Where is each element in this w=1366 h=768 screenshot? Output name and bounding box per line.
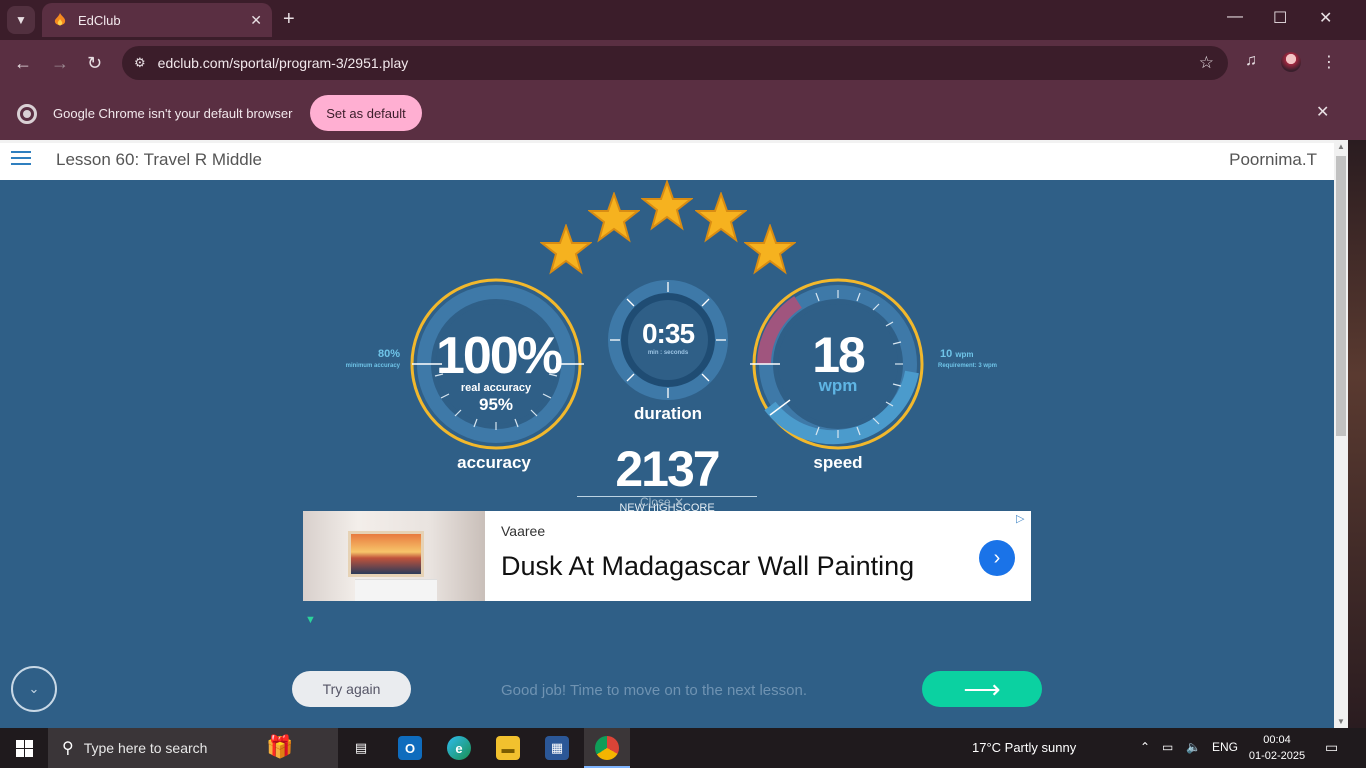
battery-icon[interactable]: ▭ <box>1162 740 1173 754</box>
tray-chevron-icon[interactable]: ⌃ <box>1140 740 1150 754</box>
user-name[interactable]: Poornima.T <box>1229 150 1317 170</box>
star-icon <box>695 192 747 243</box>
scroll-down-button[interactable]: ⌄ <box>11 666 57 712</box>
edclub-favicon-icon <box>54 13 66 26</box>
bookmark-star-icon[interactable]: ☆ <box>1199 53 1214 73</box>
minimize-icon[interactable]: — <box>1227 8 1243 26</box>
edge-icon[interactable]: e <box>447 736 471 760</box>
painting-image <box>348 531 424 577</box>
scroll-thumb[interactable] <box>1336 156 1346 436</box>
accuracy-label: accuracy <box>457 453 531 472</box>
infobar-message: Google Chrome isn't your default browser <box>53 106 293 121</box>
system-clock[interactable]: 00:04 01-02-2025 <box>1246 732 1308 764</box>
volume-icon[interactable]: 🔈 <box>1186 740 1201 754</box>
speed-label: speed <box>813 453 863 472</box>
try-again-button[interactable]: Try again <box>292 671 411 707</box>
tab-title: EdClub <box>78 12 121 28</box>
next-lesson-button[interactable]: ⟶ <box>922 671 1042 707</box>
scroll-up-icon[interactable]: ▲ <box>1337 142 1345 151</box>
duration-label: duration <box>634 404 702 423</box>
min-accuracy-label: minimum accuracy <box>345 363 400 369</box>
page-content: Lesson 60: Travel R Middle Poornima.T 10… <box>0 140 1334 728</box>
browser-tab[interactable]: EdClub ✕ <box>42 3 272 37</box>
browser-tab-bar: ▼ EdClub ✕ + — ☐ ✕ <box>0 0 1366 40</box>
gift-icon[interactable]: 🎁 <box>266 734 293 760</box>
site-settings-icon[interactable]: ⚙ <box>134 55 146 71</box>
ad-feedback-icon[interactable]: ▼ <box>305 614 316 626</box>
weather-widget[interactable]: 17°C Partly sunny <box>972 740 1076 755</box>
infobar-close-icon[interactable]: ✕ <box>1316 102 1329 122</box>
back-icon[interactable]: ← <box>14 53 32 74</box>
ad-next-arrow-icon[interactable]: › <box>979 540 1015 576</box>
lesson-title: Lesson 60: Travel R Middle <box>56 150 262 169</box>
taskbar-search[interactable]: ⚲ Type here to search <box>48 728 338 768</box>
speed-requirement: 10 wpm <box>940 348 974 360</box>
hamburger-menu-icon[interactable] <box>11 151 31 167</box>
good-job-message: Good job! Time to move on to the next le… <box>501 682 808 699</box>
reload-icon[interactable]: ↻ <box>87 53 102 74</box>
set-default-button[interactable]: Set as default <box>310 95 422 131</box>
language-indicator[interactable]: ENG <box>1212 740 1238 754</box>
address-bar[interactable]: ⚙ edclub.com/sportal/program-3/2951.play… <box>122 46 1228 80</box>
scroll-down-icon[interactable]: ▼ <box>1337 717 1345 726</box>
speed-req-unit: wpm <box>955 350 974 359</box>
outlook-icon[interactable]: O <box>398 736 422 760</box>
browser-toolbar: ← → ↻ ⚙ edclub.com/sportal/program-3/295… <box>0 40 1366 86</box>
speed-unit: wpm <box>818 376 858 395</box>
maximize-icon[interactable]: ☐ <box>1273 8 1287 28</box>
ad-headline[interactable]: Dusk At Madagascar Wall Painting <box>501 551 914 582</box>
chevron-down-icon: ▼ <box>15 13 27 27</box>
profile-avatar[interactable] <box>1281 52 1301 72</box>
page-scrollbar[interactable]: ▲ ▼ <box>1334 140 1348 728</box>
star-icon <box>540 224 592 275</box>
file-explorer-icon[interactable]: ▬ <box>496 736 520 760</box>
chrome-icon <box>17 104 37 124</box>
clock-time: 00:04 <box>1263 734 1291 746</box>
ad-image <box>303 511 485 601</box>
default-browser-infobar: Google Chrome isn't your default browser… <box>0 86 1366 140</box>
advertisement-banner[interactable]: Vaaree Dusk At Madagascar Wall Painting … <box>303 511 1031 601</box>
page-header: Lesson 60: Travel R Middle Poornima.T <box>0 140 1334 180</box>
tab-close-icon[interactable]: ✕ <box>250 12 262 29</box>
speed-req-value: 10 <box>940 348 953 360</box>
tab-search-button[interactable]: ▼ <box>7 6 35 34</box>
menu-kebab-icon[interactable]: ⋮ <box>1321 52 1337 72</box>
real-accuracy-label: real accuracy <box>460 382 532 394</box>
adchoices-icon[interactable]: ▷ <box>1016 512 1024 525</box>
windows-taskbar: ⚲ Type here to search 🎁 ▤ O e ▬ ▦ 17°C P… <box>0 728 1366 768</box>
search-placeholder: Type here to search <box>83 740 208 756</box>
notification-center-icon[interactable]: ▭ <box>1325 739 1338 756</box>
min-accuracy-value: 80% <box>377 348 400 360</box>
star-icon <box>641 180 693 231</box>
score-value: 2137 <box>615 441 720 497</box>
search-icon: ⚲ <box>62 740 74 757</box>
star-icon <box>588 192 640 243</box>
forward-icon[interactable]: → <box>51 53 69 74</box>
chrome-taskbar-icon[interactable] <box>595 736 619 760</box>
duration-unit: min : seconds <box>647 350 689 356</box>
real-accuracy-value: 95% <box>478 395 514 414</box>
media-control-icon[interactable]: ♫ <box>1245 52 1257 70</box>
new-tab-icon[interactable]: + <box>283 8 295 31</box>
chevron-down-icon: ⌄ <box>28 681 40 696</box>
task-view-icon[interactable]: ▤ <box>349 736 373 760</box>
url-text: edclub.com/sportal/program-3/2951.play <box>157 55 409 71</box>
accuracy-value: 100% <box>436 327 563 385</box>
ad-brand: Vaaree <box>501 523 546 539</box>
ad-close-button[interactable]: Close ✕ <box>640 495 684 509</box>
cabinet-image <box>355 579 437 601</box>
microsoft-store-icon[interactable]: ▦ <box>545 736 569 760</box>
duration-value: 0:35 <box>641 318 695 349</box>
windows-start-icon[interactable] <box>16 740 33 757</box>
star-icon <box>744 224 796 275</box>
desktop-background-edge <box>1348 140 1366 728</box>
speed-req-label: Requirement: 3 wpm <box>938 363 998 369</box>
window-close-icon[interactable]: ✕ <box>1319 8 1332 28</box>
clock-date: 01-02-2025 <box>1248 750 1306 762</box>
